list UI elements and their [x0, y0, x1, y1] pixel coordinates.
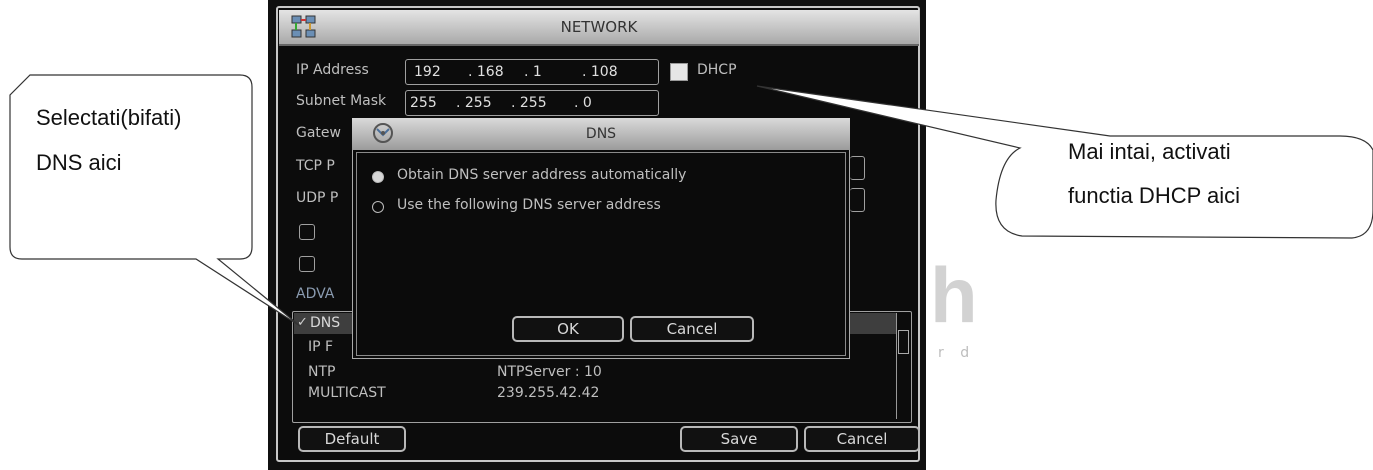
- callout-shapes: [9, 74, 1373, 327]
- right-callout-bubble: [756, 85, 1373, 239]
- left-callout-line-1: Selectati(bifati): [36, 105, 182, 130]
- right-callout-line-1: Mai intai, activati: [1068, 139, 1231, 164]
- right-callout-line-2: functia DHCP aici: [1068, 183, 1240, 208]
- left-callout-line-2: DNS aici: [36, 150, 122, 175]
